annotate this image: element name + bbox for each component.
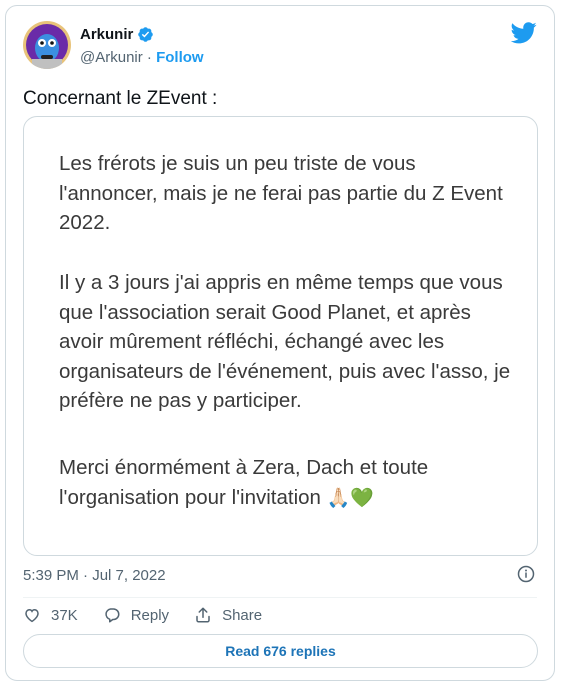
share-button[interactable]: Share	[194, 606, 262, 624]
twitter-bird-icon[interactable]	[511, 22, 537, 44]
handle-row: @Arkunir · Follow	[80, 49, 204, 66]
avatar[interactable]	[23, 21, 71, 69]
read-replies-button[interactable]: Read 676 replies	[23, 634, 538, 668]
divider	[23, 597, 537, 598]
like-button[interactable]: 37K	[23, 606, 78, 624]
tweet-text: Concernant le ZEvent :	[23, 88, 218, 109]
emoji-group: 🙏🏻💚	[326, 487, 374, 509]
reply-label: Reply	[130, 606, 170, 624]
author-name[interactable]: Arkunir	[80, 26, 133, 43]
author-name-row[interactable]: Arkunir	[80, 26, 154, 43]
tweet-card: Arkunir @Arkunir · Follow Concernant le …	[5, 5, 555, 681]
verified-badge-icon	[138, 27, 154, 42]
tweet-timestamp[interactable]: 5:39 PM · Jul 7, 2022	[23, 567, 166, 584]
share-label: Share	[222, 606, 263, 624]
action-bar: 37K Reply Share	[23, 606, 287, 624]
separator-dot: ·	[146, 49, 152, 66]
heart-icon	[25, 608, 39, 623]
like-count: 37K	[51, 606, 78, 624]
info-icon[interactable]	[517, 565, 535, 583]
follow-button[interactable]: Follow	[156, 49, 204, 66]
reply-button[interactable]: Reply	[103, 606, 169, 624]
share-icon	[196, 607, 210, 623]
image-paragraph: Les frérots je suis un peu triste de vou…	[59, 152, 503, 234]
author-handle[interactable]: @Arkunir	[80, 49, 143, 66]
reply-icon	[105, 608, 120, 623]
image-paragraph: Il y a 3 jours j'ai appris en même temps…	[59, 271, 511, 412]
image-paragraph: Merci énormément à Zera, Dach et toute l…	[59, 453, 519, 513]
tweet-image[interactable]: Les frérots je suis un peu triste de vou…	[23, 116, 538, 556]
